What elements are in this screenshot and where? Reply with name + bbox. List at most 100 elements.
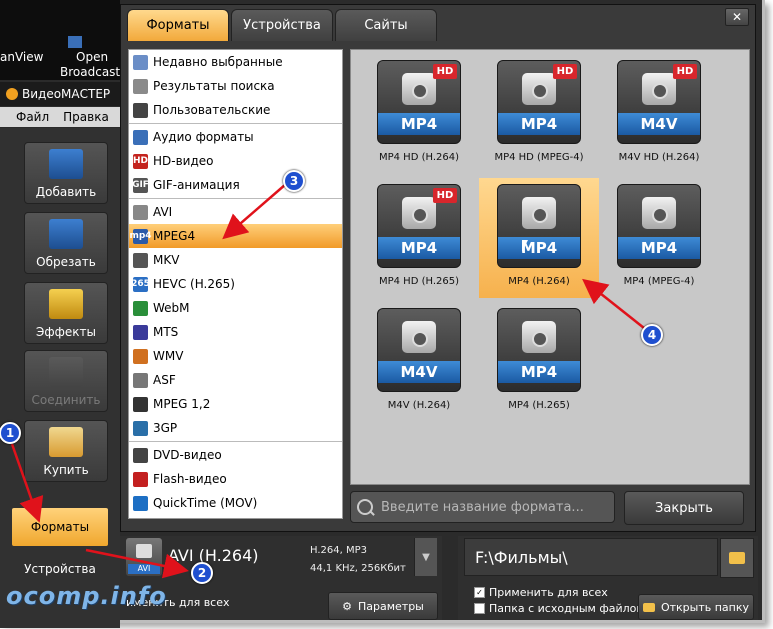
shortcut-icon[interactable] bbox=[68, 36, 82, 48]
browse-folder-button[interactable] bbox=[720, 538, 754, 578]
search-icon bbox=[357, 499, 373, 515]
category-item[interactable]: Недавно выбранные bbox=[129, 50, 342, 74]
category-item[interactable]: Результаты поиска bbox=[129, 74, 342, 98]
wmv-icon bbox=[133, 348, 148, 364]
3gp-icon bbox=[133, 420, 148, 436]
add-button[interactable]: Добавить bbox=[24, 142, 108, 204]
format-tile-label: M4V bbox=[618, 113, 700, 135]
category-item[interactable]: MTS bbox=[129, 320, 342, 344]
category-label: 3GP bbox=[153, 421, 178, 435]
open-folder-button[interactable]: Открыть папку bbox=[638, 594, 754, 620]
category-item[interactable]: WebM bbox=[129, 296, 342, 320]
same-folder-checkbox[interactable]: Папка с исходным файлом bbox=[474, 602, 645, 615]
format-item[interactable]: M4V M4V (H.264) bbox=[359, 302, 479, 422]
format-tile[interactable]: MP4 HD bbox=[377, 60, 461, 144]
format-item[interactable]: MP4 HD MP4 HD (H.265) bbox=[359, 178, 479, 298]
category-label: Пользовательские bbox=[153, 103, 271, 117]
category-item[interactable]: 3GP bbox=[129, 416, 342, 440]
app-title-bar: ВидеоМАСТЕР bbox=[0, 82, 120, 106]
user-icon bbox=[133, 102, 148, 118]
category-item[interactable]: Аудио форматы bbox=[129, 125, 342, 149]
mouse-cursor-icon bbox=[522, 240, 528, 252]
category-item[interactable]: DVD-видео bbox=[129, 443, 342, 467]
category-item[interactable]: Пользовательские bbox=[129, 98, 342, 122]
category-item[interactable]: AVI bbox=[129, 200, 342, 224]
hd-badge: HD bbox=[553, 64, 577, 79]
format-item[interactable]: MP4 HD MP4 HD (MPEG-4) bbox=[479, 54, 599, 174]
search-results-icon bbox=[133, 78, 148, 94]
video-camera-icon bbox=[642, 73, 676, 105]
category-item[interactable]: GIF GIF-анимация bbox=[129, 173, 342, 197]
close-icon[interactable]: ✕ bbox=[725, 8, 749, 26]
category-label: MPEG4 bbox=[153, 229, 196, 243]
category-label: ASF bbox=[153, 373, 176, 387]
category-item[interactable]: MKV bbox=[129, 248, 342, 272]
menu-file[interactable]: Файл bbox=[16, 110, 49, 124]
join-button[interactable]: Соединить bbox=[24, 350, 108, 412]
category-label: Результаты поиска bbox=[153, 79, 275, 93]
category-item[interactable]: 265 HEVC (H.265) bbox=[129, 272, 342, 296]
format-tile[interactable]: MP4 HD bbox=[377, 184, 461, 268]
effects-label: Эффекты bbox=[36, 325, 96, 339]
search-input[interactable] bbox=[379, 498, 603, 516]
format-tile[interactable]: MP4 bbox=[617, 184, 701, 268]
category-item[interactable]: mp4 MPEG4 bbox=[129, 224, 342, 248]
mkv-icon bbox=[133, 252, 148, 268]
desktop-item-label[interactable]: anView bbox=[0, 50, 43, 64]
parameters-button[interactable]: ⚙ Параметры bbox=[328, 592, 438, 620]
category-item[interactable]: MPEG 1,2 bbox=[129, 392, 342, 416]
effects-button[interactable]: Эффекты bbox=[24, 282, 108, 344]
format-badge: AVI bbox=[128, 564, 160, 574]
buy-button[interactable]: Купить bbox=[24, 420, 108, 482]
tab-formats[interactable]: Форматы bbox=[127, 9, 229, 41]
chevron-down-icon: ▼ bbox=[422, 551, 430, 563]
current-format-panel: AVI AVI (H.264) H.264, MP3 44,1 KHz, 256… bbox=[120, 536, 442, 620]
format-tile[interactable]: MP4 bbox=[497, 308, 581, 392]
cut-button[interactable]: Обрезать bbox=[24, 212, 108, 274]
category-label: MTS bbox=[153, 325, 179, 339]
format-tile-label: MP4 bbox=[618, 237, 700, 259]
format-dropdown-button[interactable]: ▼ bbox=[414, 538, 437, 576]
tab-sites[interactable]: Сайты bbox=[335, 9, 437, 41]
format-tile[interactable]: MP4 bbox=[497, 184, 581, 268]
desktop-item-label[interactable]: Broadcast bbox=[60, 65, 120, 79]
category-item[interactable]: HD HD-видео bbox=[129, 149, 342, 173]
format-item[interactable]: M4V HD M4V HD (H.264) bbox=[599, 54, 719, 174]
current-format[interactable]: AVI (H.264) bbox=[168, 546, 259, 565]
video-camera-icon bbox=[136, 544, 152, 558]
category-item[interactable]: QuickTime (MOV) bbox=[129, 491, 342, 515]
format-tile-label: MP4 bbox=[378, 113, 460, 135]
nav-formats[interactable]: Форматы bbox=[12, 508, 108, 546]
join-label: Соединить bbox=[31, 393, 101, 407]
format-grid: MP4 HD MP4 HD (H.264) MP4 HD MP4 HD (MPEG-4) M… bbox=[350, 49, 750, 485]
category-item[interactable]: WMV bbox=[129, 344, 342, 368]
checkbox-checked[interactable]: ✓ bbox=[474, 587, 485, 598]
hd-badge: HD bbox=[433, 188, 457, 203]
tab-devices[interactable]: Устройства bbox=[231, 9, 333, 41]
apply-all-checkbox[interactable]: ✓ Применить для всех bbox=[474, 586, 608, 599]
format-category-list: Недавно выбранные Результаты поиска Пользо… bbox=[128, 49, 343, 519]
video-camera-icon bbox=[402, 321, 436, 353]
checkbox-unchecked[interactable] bbox=[474, 603, 485, 614]
format-item[interactable]: MP4 MP4 (H.264) bbox=[479, 178, 599, 298]
format-tile[interactable]: MP4 HD bbox=[497, 60, 581, 144]
format-tile[interactable]: M4V HD bbox=[617, 60, 701, 144]
hd-badge: HD bbox=[673, 64, 697, 79]
format-item[interactable]: MP4 MP4 (MPEG-4) bbox=[599, 178, 719, 298]
category-item[interactable]: Flash-видео bbox=[129, 467, 342, 491]
output-folder-path[interactable]: F:\Фильмы\ bbox=[464, 538, 718, 576]
format-tile[interactable]: M4V bbox=[377, 308, 461, 392]
desktop-area: anView Open Broadcast bbox=[0, 0, 120, 80]
desktop-item-label[interactable]: Open bbox=[76, 50, 108, 64]
menu-edit[interactable]: Правка bbox=[63, 110, 109, 124]
category-label: Недавно выбранные bbox=[153, 55, 283, 69]
category-label: MPEG 1,2 bbox=[153, 397, 211, 411]
format-item[interactable]: MP4 HD MP4 HD (H.264) bbox=[359, 54, 479, 174]
format-item[interactable]: MP4 MP4 (H.265) bbox=[479, 302, 599, 422]
hevc-icon: 265 bbox=[131, 276, 150, 292]
category-item[interactable]: ASF bbox=[129, 368, 342, 392]
menu-bar: Файл Правка С bbox=[0, 107, 131, 127]
close-button[interactable]: Закрыть bbox=[624, 491, 744, 525]
formats-dialog: Форматы Устройства Сайты ✕ Недавно выбра… bbox=[120, 4, 756, 532]
format-name: MP4 (H.264) bbox=[508, 276, 570, 287]
